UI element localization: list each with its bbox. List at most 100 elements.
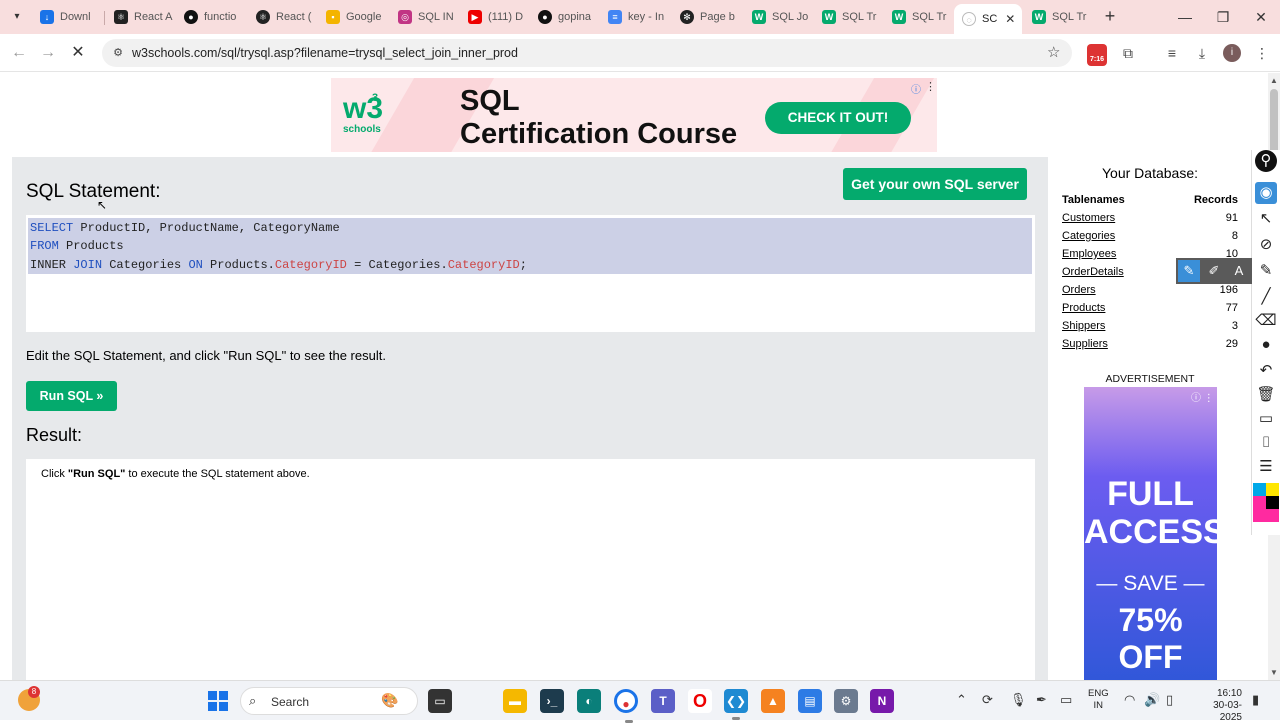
text-tool-icon[interactable]: A [1228,260,1250,282]
wifi-icon[interactable]: ◠ [1124,692,1135,708]
tab-sql-try-2[interactable]: W SQL Tr [884,4,954,30]
highlighter-icon[interactable]: ✎ [1255,260,1277,282]
pen-thick-icon[interactable]: ✐ [1203,260,1225,282]
bookmark-star-icon[interactable]: ☆ [1047,43,1060,61]
table-row-customers[interactable]: Customers 91 [1060,212,1240,230]
tab-active-sql[interactable]: ◌ SC ✕ [954,4,1022,34]
undo-icon[interactable]: ↶ [1255,360,1277,382]
table-row-orders[interactable]: Orders 196 [1060,284,1240,302]
sql-code-editor[interactable]: SELECT ProductID, ProductName, CategoryN… [26,215,1035,332]
reading-list-icon[interactable]: ≡ [1162,43,1182,63]
stop-loading-icon[interactable]: ✕ [67,42,89,64]
color-swatch-magenta[interactable] [1253,496,1266,509]
side-ad-banner[interactable]: ⓘ ⋮ FULL ACCESS — SAVE — 75% OFF [1084,387,1217,680]
profile-avatar[interactable]: i [1223,44,1241,62]
color-swatch-black[interactable] [1266,496,1279,509]
taskbar-search[interactable]: ⌕ Search 🎨 [240,687,418,715]
table-link[interactable]: Shippers [1062,320,1105,332]
app-icon[interactable]: ◐ [577,689,601,713]
tab-sql-try-3[interactable]: W SQL Tr [1024,4,1094,30]
scroll-up-arrow-icon[interactable]: ▲ [1270,76,1278,85]
show-hidden-icons-chevron-icon[interactable]: ⌃ [956,692,967,708]
tab-youtube[interactable]: ▶ (111) D [460,4,532,30]
pen-thin-icon[interactable]: ✎ [1178,260,1200,282]
top-ad-banner[interactable]: w3 3 schools SQL Certification Course CH… [331,78,937,152]
color-palette[interactable] [1253,483,1280,533]
restore-icon[interactable]: ❐ [1212,6,1234,28]
forward-arrow-icon[interactable]: → [37,42,59,64]
ad-info-icon[interactable]: ⓘ [911,81,921,96]
menu-kebab-icon[interactable]: ⋮ [1252,43,1272,63]
table-link[interactable]: OrderDetails [1062,266,1124,278]
table-link[interactable]: Categories [1062,230,1115,242]
back-arrow-icon[interactable]: ← [8,42,30,64]
clipboard-icon[interactable]: ☰ [1255,456,1277,478]
ad-more-icon[interactable]: ⋮ [925,80,936,93]
line-tool-icon[interactable]: ╱ [1255,286,1277,308]
battery-status-icon[interactable]: ▯ [1166,692,1173,708]
file-explorer-icon[interactable]: ▬ [503,689,527,713]
check-it-out-button[interactable]: CHECK IT OUT! [765,102,911,134]
tab-sql-jo[interactable]: W SQL Jo [744,4,814,30]
notifications-icon[interactable]: ▮ [1252,692,1259,708]
tab-github-function[interactable]: ● functio [176,4,246,30]
table-row-shippers[interactable]: Shippers 3 [1060,320,1240,338]
language-indicator[interactable]: ENG IN [1088,688,1109,712]
opera-icon[interactable]: O [688,689,712,713]
get-own-sql-server-button[interactable]: Get your own SQL server [843,168,1027,200]
battery-icon[interactable]: ▭ [1060,692,1072,708]
cursor-pointer-icon[interactable]: ↖ [1255,208,1277,230]
sync-icon[interactable]: ⟳ [982,692,993,708]
trash-icon[interactable]: 🗑 [1255,384,1277,406]
scroll-down-arrow-icon[interactable]: ▼ [1270,668,1278,677]
tab-sql-in[interactable]: ◎ SQL IN [390,4,460,30]
run-sql-button[interactable]: Run SQL » [26,381,117,411]
tab-downloads[interactable]: ↓ Downl [32,4,102,30]
dev-app-icon[interactable]: ▲ [761,689,785,713]
tab-react-a[interactable]: ⚛ React A [106,4,176,30]
color-swatch-pink[interactable] [1253,509,1279,522]
tab-docs-key[interactable]: ≡ key - In [600,4,672,30]
pen-icon[interactable]: ✒ [1036,692,1047,708]
eye-icon[interactable]: ◉ [1255,182,1277,204]
timer-extension-icon[interactable]: 7:16 [1087,44,1107,66]
table-row-suppliers[interactable]: Suppliers 29 [1060,338,1240,356]
volume-icon[interactable]: 🔊 [1144,692,1160,708]
table-link[interactable]: Products [1062,302,1105,314]
tab-react-2[interactable]: ⚛ React ( [248,4,318,30]
ad-info-icon[interactable]: ⓘ ⋮ [1191,389,1214,404]
table-link[interactable]: Employees [1062,248,1116,260]
minimize-icon[interactable]: — [1174,6,1196,28]
table-row-categories[interactable]: Categories 8 [1060,230,1240,248]
tab-google[interactable]: ▪ Google [318,4,388,30]
tab-sql-try-1[interactable]: W SQL Tr [814,4,884,30]
new-tab-plus-icon[interactable]: + [1100,6,1120,26]
url-text[interactable]: w3schools.com/sql/trysql.asp?filename=tr… [132,46,518,60]
notepad-icon[interactable]: ▤ [798,689,822,713]
task-view-icon[interactable]: ▭ [428,689,452,713]
hide-icon[interactable]: ⊘ [1255,234,1277,256]
onenote-icon[interactable]: N [870,689,894,713]
tab-page-b[interactable]: ✻ Page b [672,4,744,30]
system-clock[interactable]: 16:10 30-03-2025 [1192,688,1242,724]
teams-icon[interactable]: T [651,689,675,713]
color-dot-icon[interactable]: ● [1255,334,1277,356]
extensions-puzzle-icon[interactable]: ⧉ [1118,43,1138,63]
download-toolbar-icon[interactable]: ⤓ [1192,43,1212,63]
settings-gear-icon[interactable]: ⚙ [834,689,858,713]
windows-start-icon[interactable] [208,691,228,711]
table-link[interactable]: Customers [1062,212,1115,224]
color-swatch-yellow[interactable] [1266,483,1279,496]
chrome-icon[interactable]: ● [614,689,638,723]
annotation-app-logo-icon[interactable]: ⚲ [1255,150,1277,172]
terminal-icon[interactable]: ›_ [540,689,564,713]
table-link[interactable]: Suppliers [1062,338,1108,350]
whiteboard-icon[interactable]: ▭ [1255,408,1277,430]
close-window-icon[interactable]: ✕ [1250,6,1272,28]
vscode-icon[interactable]: ❮❯ [724,689,748,720]
camera-icon[interactable]: ⌷ [1255,432,1277,454]
address-bar[interactable]: ⚙ w3schools.com/sql/trysql.asp?filename=… [102,39,1072,67]
table-link[interactable]: Orders [1062,284,1096,296]
tab-search-chevron-icon[interactable]: ▾ [8,8,26,26]
color-swatch-cyan[interactable] [1253,483,1266,496]
